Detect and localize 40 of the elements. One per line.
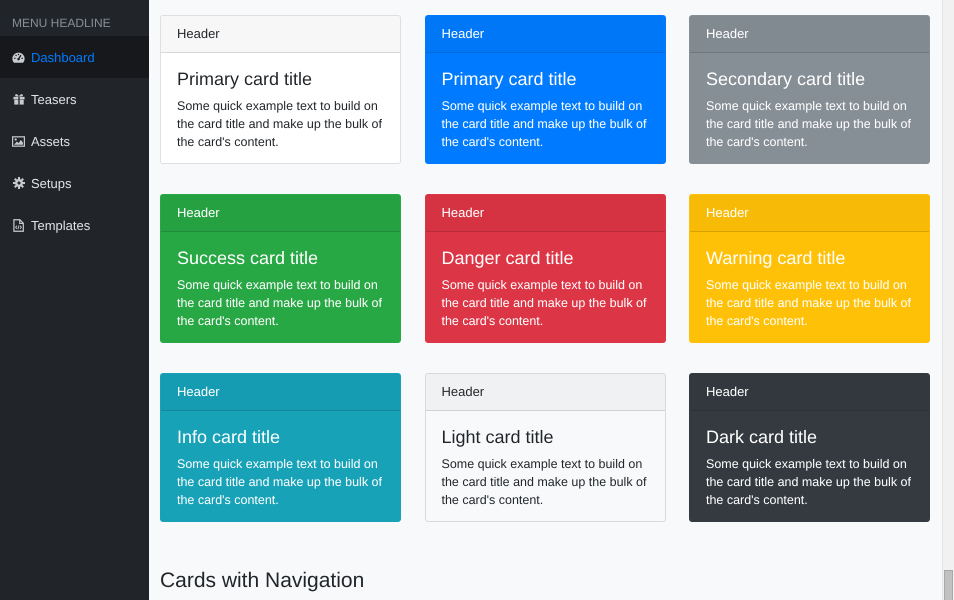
image-icon [12, 136, 25, 146]
card-header: Header [426, 374, 664, 411]
card-text: Some quick example text to build on the card title and make up the bulk of the card's content. [177, 456, 383, 509]
card-header: Header [161, 16, 400, 53]
sidebar-item[interactable]: Teasers [0, 78, 149, 120]
card-text: Some quick example text to build on the card title and make up the bulk of the card's content. [706, 277, 912, 330]
card-header: Header [426, 16, 664, 53]
card-title: Primary card title [177, 68, 314, 91]
card-text: Some quick example text to build on the card title and make up the bulk of the card's content. [442, 456, 648, 509]
card-title: Danger card title [442, 247, 575, 270]
card-text: Some quick example text to build on the card title and make up the bulk of the card's content. [177, 277, 383, 330]
card-title: Info card title [177, 426, 282, 449]
card-title: Secondary card title [706, 68, 866, 91]
scrollbar-thumb[interactable] [944, 570, 953, 600]
card-text: Some quick example text to build on the card title and make up the bulk of the card's content. [706, 98, 912, 151]
card-title: Success card title [177, 247, 320, 270]
card-header: Header [161, 195, 400, 232]
sidebar-headline: MENU HEADLINE [11, 15, 112, 32]
card-header: Header [690, 195, 929, 232]
section-heading: Cards with Navigation [160, 568, 364, 594]
card-title: Primary card title [442, 68, 578, 91]
scrollbar-track[interactable] [942, 0, 954, 600]
file-icon [13, 218, 24, 232]
sidebar-item[interactable]: Templates [0, 204, 149, 246]
card-text: Some quick example text to build on the card title and make up the bulk of the card's content. [177, 98, 383, 151]
sidebar-item[interactable]: Dashboard [0, 36, 149, 78]
card-text: Some quick example text to build on the card title and make up the bulk of the card's content. [442, 277, 648, 330]
card-title: Light card title [442, 426, 555, 449]
card-title: Warning card title [706, 247, 846, 270]
gear-icon [12, 177, 24, 189]
card-text: Some quick example text to build on the card title and make up the bulk of the card's content. [442, 98, 648, 151]
card-text: Some quick example text to build on the card title and make up the bulk of the card's content. [706, 456, 912, 509]
card-header: Header [426, 195, 664, 232]
gauge-icon [12, 52, 25, 62]
sidebar-item[interactable]: Assets [0, 120, 149, 162]
card-header: Header [161, 374, 400, 411]
gift-icon [12, 93, 24, 105]
sidebar-item[interactable]: Setups [0, 162, 149, 204]
card-header: Header [690, 16, 929, 53]
card-title: Dark card title [706, 426, 818, 449]
